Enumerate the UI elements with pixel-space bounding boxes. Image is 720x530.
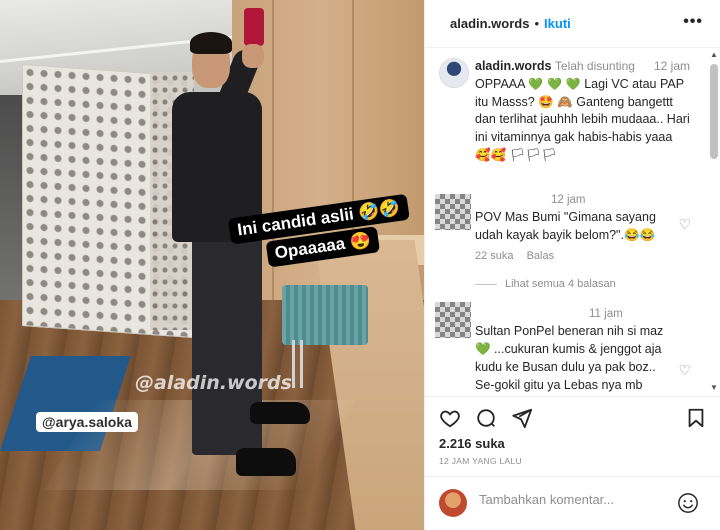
bookmark-icon[interactable]: [685, 407, 707, 429]
comment-icon[interactable]: [475, 407, 497, 429]
watermark: @aladin.words: [135, 372, 292, 394]
caption-text: OPPAAA: [475, 76, 525, 91]
post-actions-bar: [425, 396, 720, 436]
caption-avatar[interactable]: [439, 58, 469, 88]
shoe: [236, 448, 296, 476]
shoe: [250, 402, 310, 424]
comment-like-heart-icon[interactable]: ♡: [678, 216, 691, 233]
scroll-up-arrow-icon[interactable]: ▲: [710, 50, 718, 59]
post-side-panel: aladin.words • Ikuti ••• aladin.words Te…: [424, 0, 720, 530]
comment-time: 12 jam: [551, 194, 586, 206]
more-options-icon[interactable]: •••: [683, 13, 703, 31]
person-hand: [242, 44, 264, 68]
header-separator: •: [534, 16, 540, 31]
heart-icon[interactable]: [439, 407, 461, 429]
caption-username[interactable]: aladin.words: [475, 59, 551, 73]
person-hair: [190, 32, 232, 54]
smiley-icon[interactable]: [677, 492, 699, 514]
view-replies-label[interactable]: Lihat semua 4 balasan: [505, 278, 616, 290]
comments-scrollbar[interactable]: ▲ ▼: [710, 50, 718, 392]
person-figure: [160, 8, 320, 520]
comment-text: POV Mas Bumi "Gimana sayang udah kayak b…: [475, 210, 656, 243]
commenter-avatar[interactable]: [435, 302, 471, 338]
comment-likes[interactable]: 22 suka: [475, 250, 514, 262]
scroll-thumb[interactable]: [710, 64, 718, 159]
follow-button[interactable]: Ikuti: [544, 16, 571, 31]
reply-button[interactable]: Balas: [527, 250, 555, 262]
header-username[interactable]: aladin.words: [450, 16, 529, 31]
replies-line: [475, 283, 497, 285]
commenter-avatar[interactable]: [435, 194, 471, 230]
comment-input[interactable]: [479, 492, 669, 507]
caption-hearts: 💚 💚 💚: [528, 76, 581, 91]
post-photo[interactable]: Ini candid aslii 🤣🤣 Opaaaaa 😍 @aladin.wo…: [0, 0, 424, 530]
caption: aladin.words Telah disunting 12 jam OPPA…: [475, 58, 690, 165]
mention-tag[interactable]: @arya.saloka: [36, 412, 138, 432]
comment-actions: 22 suka Balas: [475, 250, 564, 262]
comment-text: Sultan PonPel beneran nih si maz 💚 ...cu…: [475, 324, 664, 393]
comments-list[interactable]: aladin.words Telah disunting 12 jam OPPA…: [425, 48, 720, 396]
scroll-down-arrow-icon[interactable]: ▼: [710, 383, 718, 392]
post-time-ago: 12 JAM YANG LALU: [439, 456, 522, 466]
edited-label: Telah disunting: [554, 59, 635, 73]
caption-time: 12 jam: [653, 59, 690, 73]
phone-in-hand: [244, 8, 264, 46]
comment-like-heart-icon[interactable]: ♡: [678, 362, 691, 379]
post-header: aladin.words • Ikuti •••: [425, 0, 720, 48]
like-count[interactable]: 2.216 suka: [439, 436, 505, 451]
add-comment-bar: [425, 476, 720, 530]
user-avatar: [439, 489, 467, 517]
comment-time: 11 jam: [589, 308, 623, 320]
view-replies[interactable]: Lihat semua 4 balasan: [475, 278, 616, 290]
share-icon[interactable]: [511, 407, 533, 429]
